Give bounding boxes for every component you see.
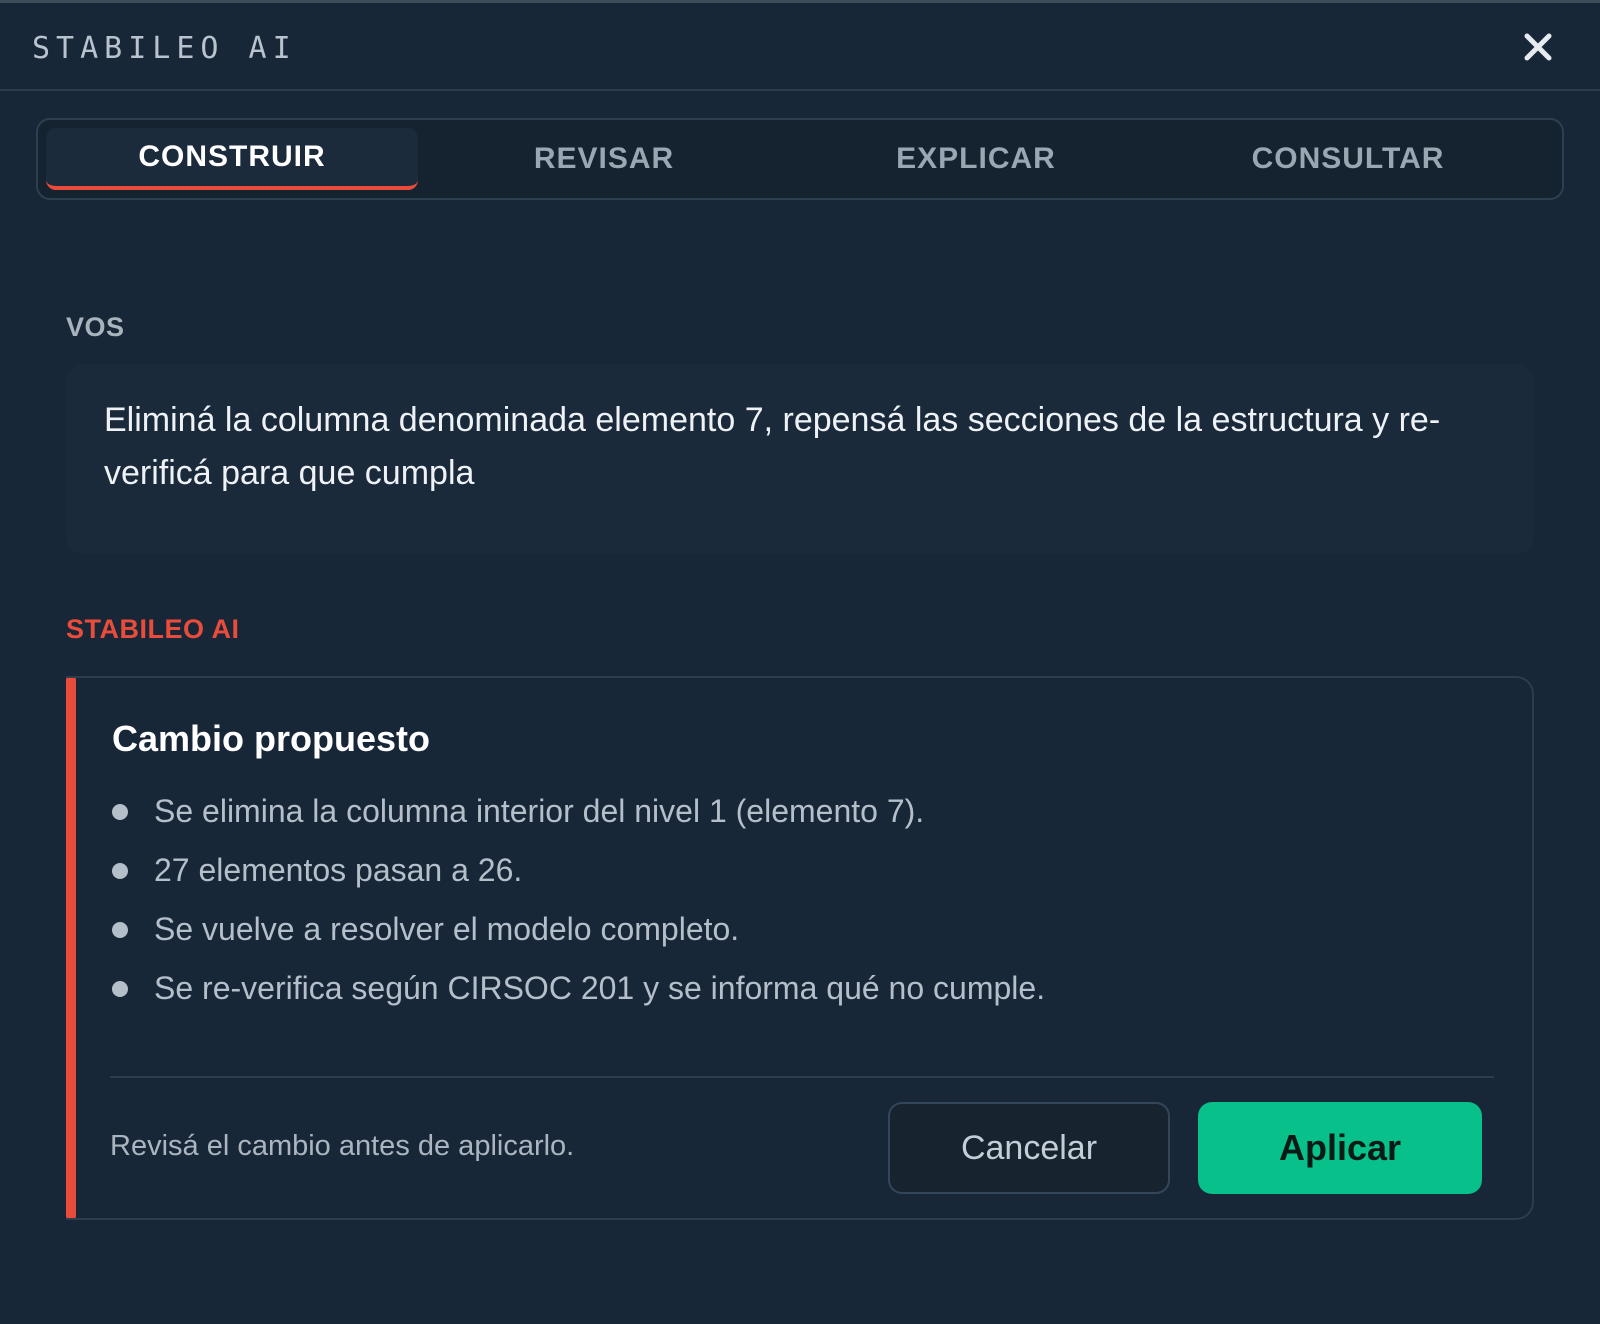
list-item-text: 27 elementos pasan a 26. bbox=[154, 852, 523, 888]
proposal-title: Cambio propuesto bbox=[112, 718, 431, 759]
list-item-text: Se re-verifica según CIRSOC 201 y se inf… bbox=[154, 970, 1046, 1006]
tab-revisar[interactable]: REVISAR bbox=[418, 128, 790, 190]
list-item-text: Se elimina la columna interior del nivel… bbox=[154, 793, 925, 829]
user-message: Eliminá la columna denominada elemento 7… bbox=[66, 364, 1534, 554]
panel-header: STABILEO AI bbox=[0, 3, 1600, 91]
list-item: 27 elementos pasan a 26. bbox=[110, 841, 1045, 900]
app-title: STABILEO AI bbox=[32, 31, 297, 66]
review-hint: Revisá el cambio antes de aplicarlo. bbox=[110, 1130, 575, 1162]
proposal-card: Cambio propuesto Se elimina la columna i… bbox=[66, 676, 1534, 1220]
ai-label: STABILEO AI bbox=[66, 614, 240, 644]
tab-consultar[interactable]: CONSULTAR bbox=[1162, 128, 1534, 190]
bullet-dot-icon bbox=[112, 803, 128, 820]
proposal-list: Se elimina la columna interior del nivel… bbox=[110, 782, 1045, 1018]
cancel-button[interactable]: Cancelar bbox=[888, 1102, 1170, 1194]
bullet-dot-icon bbox=[112, 921, 128, 938]
tab-explicar[interactable]: EXPLICAR bbox=[790, 128, 1162, 190]
list-item: Se vuelve a resolver el modelo completo. bbox=[110, 900, 1045, 959]
bullet-dot-icon bbox=[112, 862, 128, 879]
bullet-dot-icon bbox=[112, 980, 128, 997]
tab-construir[interactable]: CONSTRUIR bbox=[46, 128, 418, 190]
mode-tabs: CONSTRUIR REVISAR EXPLICAR CONSULTAR bbox=[36, 118, 1564, 200]
list-item: Se re-verifica según CIRSOC 201 y se inf… bbox=[110, 959, 1045, 1018]
close-icon bbox=[1524, 33, 1552, 61]
close-button[interactable] bbox=[1522, 31, 1554, 63]
list-item: Se elimina la columna interior del nivel… bbox=[110, 782, 1045, 841]
card-divider bbox=[110, 1076, 1494, 1078]
apply-button[interactable]: Aplicar bbox=[1198, 1102, 1482, 1194]
user-label: VOS bbox=[66, 312, 125, 342]
list-item-text: Se vuelve a resolver el modelo completo. bbox=[154, 911, 740, 947]
